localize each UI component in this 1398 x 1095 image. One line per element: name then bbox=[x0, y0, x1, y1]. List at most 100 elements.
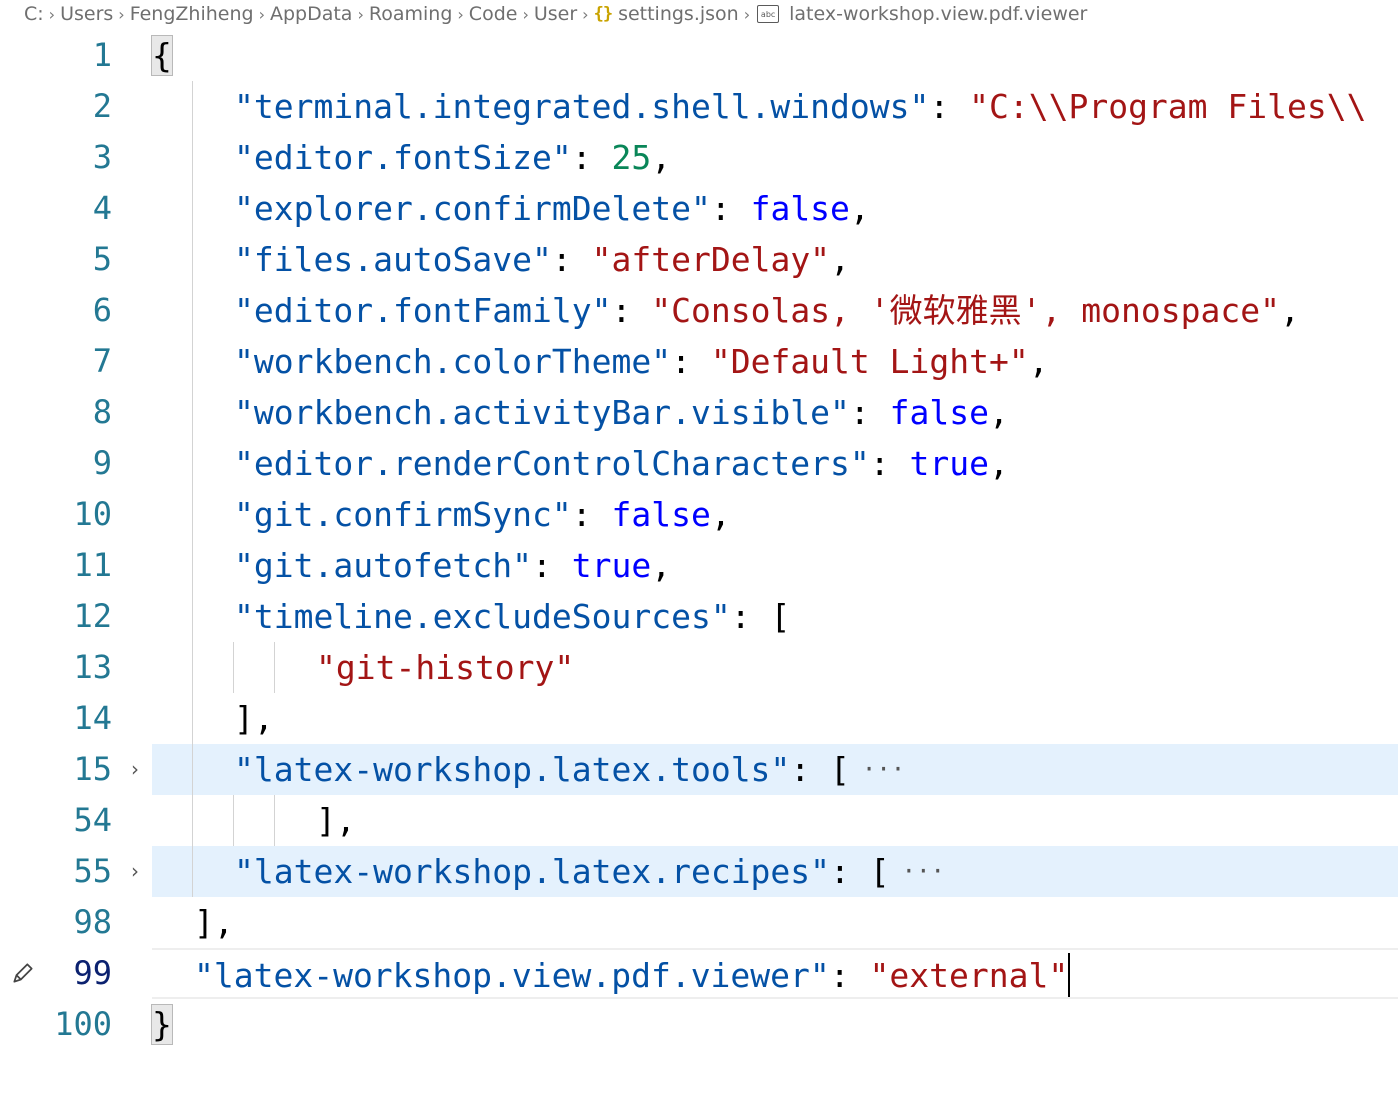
code-line-content[interactable]: ], bbox=[152, 693, 1398, 744]
editor-line[interactable]: 1{ bbox=[0, 30, 1398, 81]
syntax-token: "editor.fontSize" bbox=[234, 138, 572, 177]
code-text: "timeline.excludeSources": [ bbox=[234, 591, 790, 642]
editor-line[interactable]: 5 "files.autoSave": "afterDelay", bbox=[0, 234, 1398, 285]
indent-guide bbox=[233, 642, 234, 693]
line-number: 55 bbox=[73, 852, 112, 890]
chevron-right-icon[interactable]: › bbox=[126, 846, 144, 897]
breadcrumb-item-user-home[interactable]: FengZhiheng bbox=[130, 3, 254, 25]
syntax-token: "afterDelay" bbox=[591, 240, 831, 279]
editor-line[interactable]: 10 "git.confirmSync": false, bbox=[0, 489, 1398, 540]
folded-region-ellipsis[interactable]: ··· bbox=[862, 744, 905, 795]
line-number: 10 bbox=[73, 495, 112, 533]
indent-guide bbox=[192, 183, 193, 234]
breadcrumb-item-appdata[interactable]: AppData bbox=[270, 3, 353, 25]
code-line-content[interactable]: } bbox=[151, 999, 1398, 1050]
breadcrumb-item-user[interactable]: User bbox=[534, 3, 577, 25]
code-line-content[interactable]: "latex-workshop.latex.recipes": [··· bbox=[152, 846, 1398, 897]
editor-line[interactable]: 3 "editor.fontSize": 25, bbox=[0, 132, 1398, 183]
editor-line[interactable]: 7 "workbench.colorTheme": "Default Light+… bbox=[0, 336, 1398, 387]
breadcrumb-item-file[interactable]: {} settings.json bbox=[594, 3, 739, 25]
breadcrumb-item-users[interactable]: Users bbox=[60, 3, 113, 25]
indent-guide bbox=[192, 81, 193, 132]
code-line-content[interactable]: "workbench.activityBar.visible": false, bbox=[152, 387, 1398, 438]
code-text: ], bbox=[234, 693, 274, 744]
editor-line[interactable]: 99 "latex-workshop.view.pdf.viewer": "ext… bbox=[0, 948, 1398, 999]
breadcrumb-item-symbol[interactable]: abc latex-workshop.view.pdf.viewer bbox=[755, 3, 1087, 25]
syntax-token: "explorer.confirmDelete" bbox=[234, 189, 711, 228]
chevron-right-icon[interactable]: › bbox=[126, 744, 144, 795]
editor-line[interactable]: 54], bbox=[0, 795, 1398, 846]
editor-line[interactable]: 100} bbox=[0, 999, 1398, 1050]
editor-line[interactable]: 4 "explorer.confirmDelete": false, bbox=[0, 183, 1398, 234]
editor-line[interactable]: 12 "timeline.excludeSources": [ bbox=[0, 591, 1398, 642]
line-number: 5 bbox=[92, 240, 112, 278]
editor-line[interactable]: 2 "terminal.integrated.shell.windows": "C… bbox=[0, 81, 1398, 132]
code-line-content[interactable]: "workbench.colorTheme": "Default Light+"… bbox=[152, 336, 1398, 387]
line-number: 98 bbox=[73, 903, 112, 941]
editor-line[interactable]: 14], bbox=[0, 693, 1398, 744]
syntax-token: : bbox=[671, 342, 711, 381]
indent-guide bbox=[192, 285, 193, 336]
syntax-token: "files.autoSave" bbox=[234, 240, 552, 279]
syntax-token: , bbox=[1279, 291, 1300, 330]
code-line-content[interactable]: "latex-workshop.view.pdf.viewer": "exter… bbox=[152, 948, 1398, 999]
folded-region-ellipsis[interactable]: ··· bbox=[902, 846, 945, 897]
code-line-content[interactable]: "latex-workshop.latex.tools": [··· bbox=[152, 744, 1398, 795]
code-line-content[interactable]: "editor.renderControlCharacters": true, bbox=[152, 438, 1398, 489]
chevron-right-icon: › bbox=[48, 4, 56, 24]
syntax-token: false bbox=[889, 393, 989, 432]
editor-line[interactable]: 6 "editor.fontFamily": "Consolas, '微软雅黑',… bbox=[0, 285, 1398, 336]
code-line-content[interactable]: "git.autofetch": true, bbox=[152, 540, 1398, 591]
syntax-token: : bbox=[551, 240, 592, 279]
indent-guide bbox=[192, 387, 193, 438]
syntax-token: : bbox=[869, 444, 910, 483]
breadcrumb-item-code[interactable]: Code bbox=[469, 3, 518, 25]
chevron-right-icon: › bbox=[743, 4, 751, 24]
line-number: 15 bbox=[73, 750, 112, 788]
breadcrumb-item-roaming[interactable]: Roaming bbox=[369, 3, 453, 25]
indent-guide bbox=[192, 693, 193, 744]
code-line-content[interactable]: "files.autoSave": "afterDelay", bbox=[152, 234, 1398, 285]
line-number: 3 bbox=[92, 138, 112, 176]
line-number: 7 bbox=[92, 342, 112, 380]
line-number: 4 bbox=[92, 189, 112, 227]
editor-line[interactable]: 11 "git.autofetch": true, bbox=[0, 540, 1398, 591]
code-line-content[interactable]: "editor.fontFamily": "Consolas, '微软雅黑', … bbox=[152, 285, 1398, 336]
chevron-right-icon: › bbox=[457, 4, 464, 24]
editor-line[interactable]: 13 "git-history" bbox=[0, 642, 1398, 693]
indent-guide bbox=[192, 540, 193, 591]
code-line-content[interactable]: { bbox=[151, 30, 1398, 81]
syntax-token: , bbox=[651, 138, 672, 177]
indent-guide bbox=[274, 642, 275, 693]
editor-line[interactable]: 55 › "latex-workshop.latex.recipes": [··· bbox=[0, 846, 1398, 897]
syntax-token: "latex-workshop.view.pdf.viewer" bbox=[194, 956, 830, 995]
code-line-content[interactable]: "git.confirmSync": false, bbox=[152, 489, 1398, 540]
code-line-content[interactable]: "editor.fontSize": 25, bbox=[152, 132, 1398, 183]
chevron-right-icon: › bbox=[357, 4, 364, 24]
syntax-token: "terminal.integrated.shell.windows" bbox=[234, 87, 930, 126]
syntax-token: { bbox=[151, 35, 173, 76]
syntax-token: true bbox=[571, 546, 652, 585]
syntax-token: , bbox=[830, 240, 850, 279]
code-line-content[interactable]: "timeline.excludeSources": [ bbox=[152, 591, 1398, 642]
line-number: 100 bbox=[54, 1005, 112, 1043]
breadcrumb-item-drive[interactable]: C: bbox=[24, 3, 44, 25]
line-number: 8 bbox=[92, 393, 112, 431]
code-line-content[interactable]: ], bbox=[152, 795, 1398, 846]
code-line-content[interactable]: "git-history" bbox=[152, 642, 1398, 693]
syntax-token: "Consolas, '微软雅黑', monospace" bbox=[651, 291, 1280, 330]
code-line-content[interactable]: "terminal.integrated.shell.windows": "C:… bbox=[152, 81, 1398, 132]
code-line-content[interactable]: "explorer.confirmDelete": false, bbox=[152, 183, 1398, 234]
editor-line[interactable]: 15 › "latex-workshop.latex.tools": [··· bbox=[0, 744, 1398, 795]
line-number: 2 bbox=[92, 87, 112, 125]
editor-line[interactable]: 8 "workbench.activityBar.visible": false, bbox=[0, 387, 1398, 438]
syntax-token: : bbox=[611, 291, 652, 330]
editor-line[interactable]: 98], bbox=[0, 897, 1398, 948]
editor-line[interactable]: 9 "editor.renderControlCharacters": true, bbox=[0, 438, 1398, 489]
syntax-token: : [ bbox=[730, 597, 791, 636]
code-line-content[interactable]: ], bbox=[152, 897, 1398, 948]
code-editor[interactable]: 1{2 "terminal.integrated.shell.windows": … bbox=[0, 30, 1398, 1095]
code-text: "latex-workshop.latex.tools": [··· bbox=[234, 744, 905, 795]
code-text: { bbox=[151, 30, 173, 81]
syntax-token: "git.autofetch" bbox=[234, 546, 533, 585]
